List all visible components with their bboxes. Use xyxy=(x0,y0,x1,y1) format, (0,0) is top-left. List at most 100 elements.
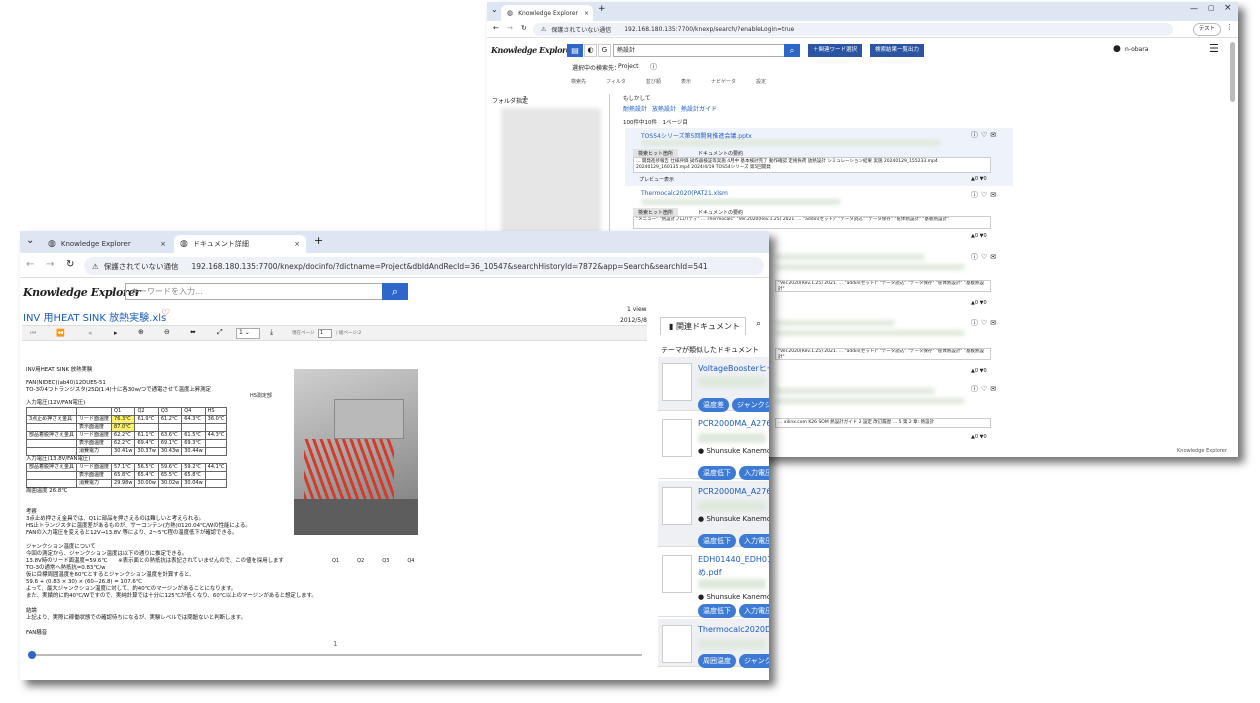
keyword-chip[interactable]: 入力電圧 xyxy=(739,534,769,548)
back-tab-knowledge-explorer[interactable]: ◍ Knowledge Explorer × xyxy=(501,5,593,21)
keyword-chip[interactable]: 入力電圧 xyxy=(739,466,769,480)
zoom-out-icon[interactable]: ⊖ xyxy=(164,328,170,336)
keyword-chip[interactable]: 周囲温度 xyxy=(698,654,736,668)
close-tab-icon[interactable]: × xyxy=(584,10,589,17)
prev-page-icon[interactable]: ◂ xyxy=(88,329,92,337)
close-window-icon[interactable]: × xyxy=(1224,3,1232,13)
fit-width-icon[interactable]: ⬌ xyxy=(190,328,196,336)
suggest-link[interactable]: 耐熱設計 xyxy=(623,104,647,113)
new-tab-icon[interactable]: + xyxy=(314,234,323,247)
zoom-in-icon[interactable]: ⊕ xyxy=(138,328,144,336)
keyword-chip[interactable]: ジャンクション xyxy=(732,398,769,412)
result-actions[interactable]: ⓘ♡✉ xyxy=(971,318,999,328)
related-title[interactable]: め.pdf xyxy=(698,567,722,578)
reload-icon[interactable]: ↻ xyxy=(66,259,74,270)
back-search-button[interactable]: ⌕ xyxy=(784,44,800,57)
related-item[interactable]: PCR2000MA_A2766_ ● Shunsuke Kanemo 温度低下入力電… xyxy=(658,413,769,480)
filter-search-target[interactable]: 検索先 xyxy=(571,78,586,85)
front-search-button[interactable]: ⌕ xyxy=(382,283,408,300)
app-logo[interactable]: Knowledge Explorer xyxy=(491,45,575,55)
result-votes[interactable]: ▲0 ▼0 xyxy=(971,368,987,374)
filter-settings[interactable]: 設定 xyxy=(756,78,766,85)
hs-label: HS測定部 xyxy=(250,393,272,399)
related-item[interactable]: EDH01440_EDH0143 め.pdf ● Shunsuke Kanemo 温度… xyxy=(658,549,769,618)
fit-page-icon[interactable]: ⤢ xyxy=(217,328,223,337)
related-item[interactable]: VoltageBoosterヒー温度差ジャンクション xyxy=(658,357,769,412)
filter-display[interactable]: 表示 xyxy=(681,78,691,85)
front-tab-knowledge-explorer[interactable]: ◍ Knowledge Explorer × xyxy=(42,235,172,253)
back-search-input[interactable]: 熱設計 xyxy=(613,44,785,57)
filter-navigator[interactable]: ナビゲータ xyxy=(711,78,736,85)
app-logo[interactable]: Knowledge Explorer xyxy=(23,286,141,299)
filter-filter[interactable]: フィルタ xyxy=(606,78,626,85)
back-address-bar[interactable]: ⚠ 保護されていない通信 192.168.180.135:7700/knexp/… xyxy=(533,23,1173,36)
browser-menu-icon[interactable]: ⋮ xyxy=(1226,23,1233,31)
minimize-icon[interactable]: — xyxy=(1190,4,1198,13)
result-actions[interactable]: ⓘ♡✉ xyxy=(971,384,999,394)
page-select[interactable]: 1 ⌄ xyxy=(236,328,260,339)
keyword-chip[interactable]: 温度低下 xyxy=(698,466,736,480)
user-name[interactable]: n-obara xyxy=(1125,46,1148,53)
view-mode-alt-button[interactable]: ◐ xyxy=(584,44,597,57)
back-arrow-icon[interactable]: ← xyxy=(493,24,499,32)
page-slider-handle[interactable] xyxy=(28,651,36,659)
current-page-input[interactable]: 1 xyxy=(318,329,332,338)
help-icon[interactable]: ? xyxy=(523,95,527,103)
keyword-chip[interactable]: 温度低下 xyxy=(698,534,736,548)
next-page-icon[interactable]: ▸ xyxy=(114,329,118,337)
col-head: Q2 xyxy=(134,407,159,416)
keyword-chip[interactable]: 温度差 xyxy=(698,398,729,412)
google-button[interactable]: G xyxy=(598,44,611,57)
related-title[interactable]: Thermocalc2020D(P xyxy=(698,625,769,634)
reload-icon[interactable]: ↻ xyxy=(521,24,527,32)
result-actions[interactable]: ⓘ♡✉ xyxy=(971,252,999,262)
profile-button[interactable]: テスト xyxy=(1193,23,1221,36)
back-arrow-icon[interactable]: ← xyxy=(26,259,34,270)
prev-pages-icon[interactable]: ⏪ xyxy=(56,329,65,337)
related-words-button[interactable]: ＋関連ワード選択 xyxy=(808,44,862,57)
tab-dropdown-icon[interactable]: ⌄ xyxy=(491,5,498,14)
related-title[interactable]: VoltageBoosterヒー xyxy=(698,363,769,374)
page-slider-track[interactable] xyxy=(32,654,642,656)
hamburger-icon[interactable]: ☰ xyxy=(1209,42,1219,55)
forward-arrow-icon[interactable]: → xyxy=(507,24,513,32)
front-tab-document-detail[interactable]: ◍ ドキュメント詳細 × xyxy=(174,235,306,253)
result-votes[interactable]: ▲0 ▼0 xyxy=(971,434,987,440)
result-title[interactable]: Thermocalc2020(PAT21.xlsm xyxy=(641,190,728,197)
close-tab-icon[interactable]: × xyxy=(294,240,300,248)
keyword-chip[interactable]: 入力電圧 xyxy=(739,604,769,618)
related-tab[interactable]: ▮ 関連ドキュメント xyxy=(660,317,746,335)
result-votes[interactable]: ▲0 ▼0 xyxy=(971,176,987,182)
suggest-link[interactable]: 放熱設計 xyxy=(652,104,676,113)
related-item[interactable]: Thermocalc2020D(P 周囲温度ジャンクション xyxy=(658,619,769,668)
download-icon[interactable]: ⤓ xyxy=(270,328,273,337)
related-item[interactable]: PCR2000MA_A2766_ ● Shunsuke Kanemo 温度低下入力電… xyxy=(658,481,769,548)
forward-arrow-icon[interactable]: → xyxy=(46,259,54,270)
new-tab-icon[interactable]: + xyxy=(598,4,606,14)
result-votes[interactable]: ▲0 ▼0 xyxy=(971,233,987,239)
keyword-chip[interactable]: ジャンクション xyxy=(739,654,769,668)
preview-link[interactable]: プレビュー表示 xyxy=(639,176,674,183)
related-title[interactable]: PCR2000MA_A2766_ xyxy=(698,419,769,428)
maximize-icon[interactable]: ▢ xyxy=(1208,4,1215,12)
tab-dropdown-icon[interactable]: ⌄ xyxy=(26,235,34,246)
back-scrollbar[interactable] xyxy=(1230,42,1235,102)
keyword-input[interactable]: キーワードを入力… xyxy=(125,283,383,300)
front-address-bar[interactable]: ⚠ 保護されていない通信 192.168.180.135:7700/knexp/… xyxy=(84,257,764,275)
favorite-heart-icon[interactable]: ♡ xyxy=(161,308,170,319)
export-results-button[interactable]: 検索結果一覧出力 xyxy=(870,44,924,57)
result-title[interactable]: TOS54シリーズ第5回開発推進会議.pptx xyxy=(641,131,752,140)
suggest-link[interactable]: 熱設計ガイド xyxy=(681,104,717,113)
result-actions[interactable]: ⓘ♡✉ xyxy=(971,130,999,140)
search-icon[interactable]: ⌕ xyxy=(756,319,761,329)
related-title[interactable]: EDH01440_EDH0143 xyxy=(698,555,769,564)
result-votes[interactable]: ▲0 ▼0 xyxy=(971,300,987,306)
related-title[interactable]: PCR2000MA_A2766_ xyxy=(698,487,769,496)
close-tab-icon[interactable]: × xyxy=(160,240,166,248)
first-page-icon[interactable]: ⏮ xyxy=(30,329,36,338)
info-icon[interactable]: ⓘ xyxy=(650,62,657,72)
view-mode-list-button[interactable]: ▤ xyxy=(567,44,583,57)
keyword-chip[interactable]: 温度低下 xyxy=(698,604,736,618)
result-actions[interactable]: ⓘ♡✉ xyxy=(971,190,999,200)
filter-sort[interactable]: 並び順 xyxy=(646,78,661,85)
